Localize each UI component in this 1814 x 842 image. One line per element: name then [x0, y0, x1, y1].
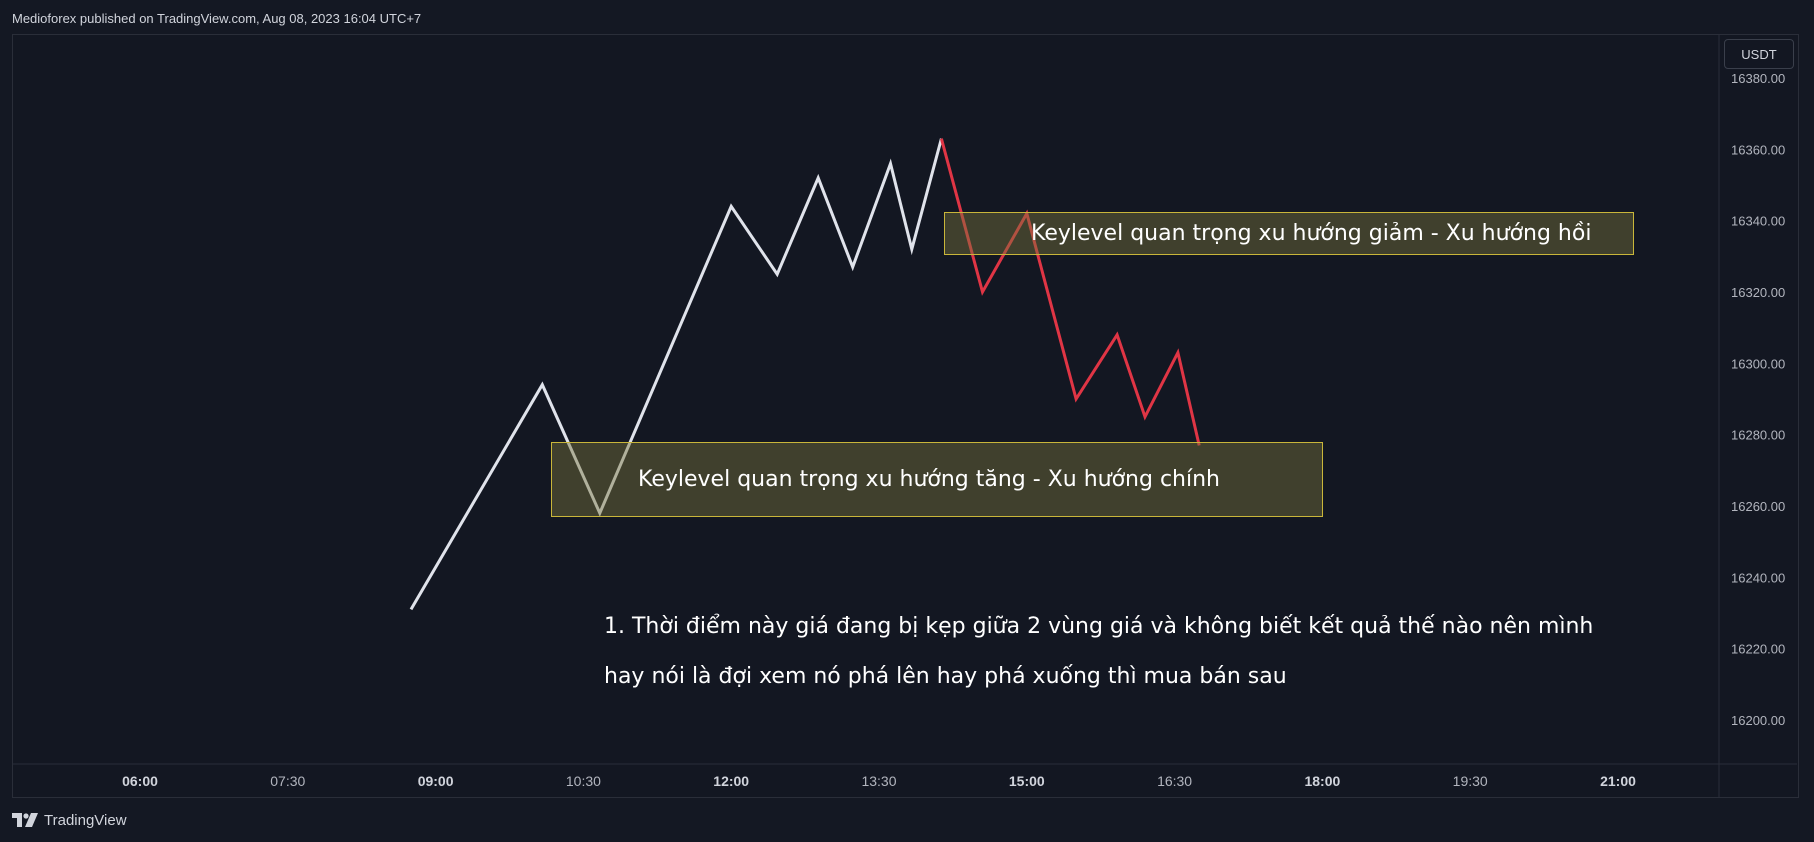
- x-tick-label: 12:00: [713, 773, 749, 789]
- support-zone-label: Keylevel quan trọng xu hướng tăng - Xu h…: [638, 467, 1220, 492]
- x-tick-label: 13:30: [861, 773, 896, 789]
- analysis-note: 1. Thời điểm này giá đang bị kẹp giữa 2 …: [604, 602, 1654, 702]
- y-tick-label: 16380.00: [1731, 71, 1785, 86]
- x-tick-label: 16:30: [1157, 773, 1192, 789]
- y-tick-label: 16240.00: [1731, 570, 1785, 585]
- note-line-2: hay nói là đợi xem nó phá lên hay phá xu…: [604, 664, 1287, 689]
- price-chart[interactable]: 16380.00 16360.00 16340.00 16320.00 16300.00…: [0, 0, 1814, 842]
- y-tick-label: 16260.00: [1731, 499, 1785, 514]
- x-tick-label: 19:30: [1453, 773, 1488, 789]
- y-tick-label: 16220.00: [1731, 642, 1785, 657]
- y-tick-label: 16200.00: [1731, 713, 1785, 728]
- resistance-zone-box[interactable]: Keylevel quan trọng xu hướng giảm - Xu h…: [944, 212, 1634, 255]
- uptrend-line: [409, 138, 943, 611]
- footer-brand-label: TradingView: [44, 811, 127, 829]
- x-tick-label: 09:00: [418, 773, 454, 789]
- x-tick-label: 21:00: [1600, 773, 1636, 789]
- y-tick-label: 16320.00: [1731, 285, 1785, 300]
- downtrend-line: [939, 138, 1201, 446]
- resistance-zone-label: Keylevel quan trọng xu hướng giảm - Xu h…: [1031, 221, 1592, 246]
- currency-selector[interactable]: USDT: [1724, 39, 1794, 69]
- time-axis[interactable]: 06:00 07:30 09:00 10:30 12:00 13:30 15:00 16:30…: [122, 773, 1636, 789]
- x-tick-label: 07:30: [270, 773, 305, 789]
- x-tick-label: 10:30: [566, 773, 601, 789]
- note-line-1: 1. Thời điểm này giá đang bị kẹp giữa 2 …: [604, 614, 1594, 639]
- y-tick-label: 16300.00: [1731, 356, 1785, 371]
- x-tick-label: 18:00: [1304, 773, 1340, 789]
- y-tick-label: 16280.00: [1731, 428, 1785, 443]
- price-axis[interactable]: 16380.00 16360.00 16340.00 16320.00 16300.00…: [1731, 71, 1785, 728]
- y-tick-label: 16340.00: [1731, 214, 1785, 229]
- x-tick-label: 06:00: [122, 773, 158, 789]
- support-zone-box[interactable]: Keylevel quan trọng xu hướng tăng - Xu h…: [551, 442, 1323, 517]
- footer-brand[interactable]: TradingView: [12, 810, 127, 830]
- y-tick-label: 16360.00: [1731, 142, 1785, 157]
- tradingview-logo-icon: [12, 813, 38, 827]
- price-series: [409, 138, 1201, 611]
- x-tick-label: 15:00: [1009, 773, 1045, 789]
